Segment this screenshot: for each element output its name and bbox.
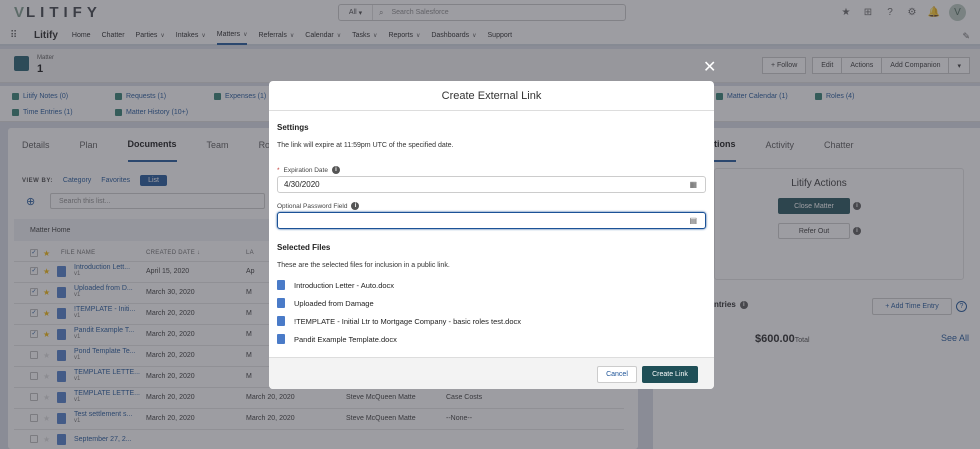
modal-footer: Cancel Create Link: [269, 357, 714, 389]
password-label: Optional Password Field i: [277, 202, 360, 210]
expiration-date-field[interactable]: 4/30/2020 ▦: [277, 176, 706, 193]
file-icon: [277, 298, 285, 308]
password-info-icon[interactable]: i: [351, 202, 360, 210]
file-icon: [277, 280, 285, 290]
password-keyboard-icon[interactable]: ▤: [689, 216, 697, 225]
settings-text: The link will expire at 11:59pm UTC of t…: [277, 142, 454, 149]
selected-file: Introduction Letter - Auto.docx: [277, 280, 394, 290]
selected-file: Uploaded from Damage: [277, 298, 374, 308]
cancel-button[interactable]: Cancel: [597, 366, 637, 383]
close-icon[interactable]: ✕: [703, 57, 716, 77]
settings-heading: Settings: [277, 123, 309, 132]
modal-title: Create External Link: [269, 81, 714, 111]
expiration-date-label: * Expiration Date i: [277, 166, 340, 174]
selected-files-heading: Selected Files: [277, 243, 331, 252]
expiration-info-icon[interactable]: i: [331, 166, 340, 174]
password-field[interactable]: ▤: [277, 212, 706, 229]
create-link-button[interactable]: Create Link: [642, 366, 698, 383]
selected-files-text: These are the selected files for inclusi…: [277, 262, 450, 269]
file-icon: [277, 334, 285, 344]
calendar-icon[interactable]: ▦: [689, 180, 697, 189]
selected-file: Pandit Example Template.docx: [277, 334, 397, 344]
create-external-link-modal: Create External Link Settings The link w…: [269, 81, 714, 389]
selected-file: !TEMPLATE - Initial Ltr to Mortgage Comp…: [277, 316, 521, 326]
file-icon: [277, 316, 285, 326]
